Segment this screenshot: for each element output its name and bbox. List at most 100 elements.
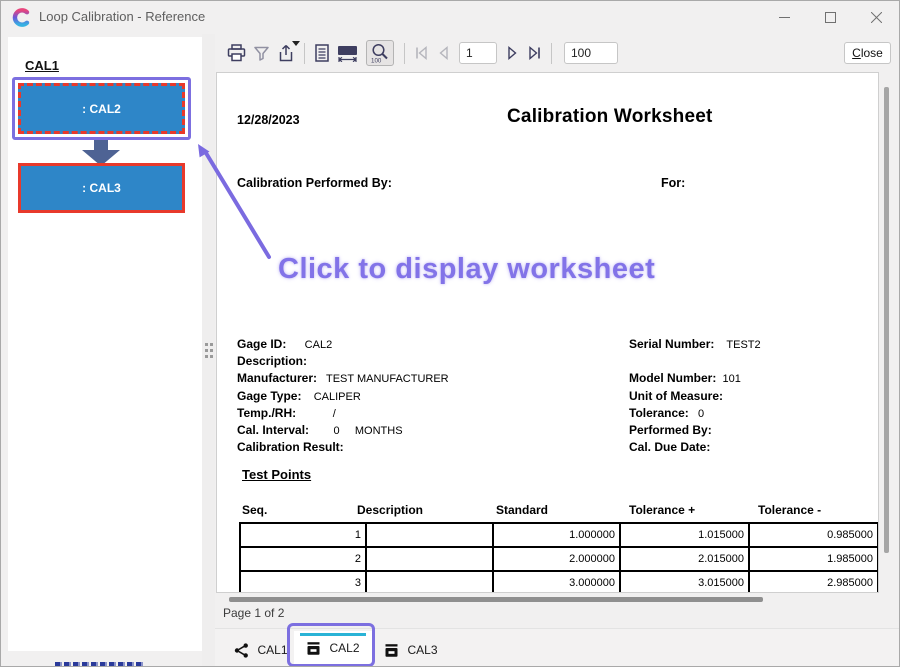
- field-label: Temp./RH:: [237, 406, 296, 420]
- flow-down-arrow: [81, 138, 121, 166]
- tab-label: CAL2: [329, 641, 359, 655]
- filter-button[interactable]: [254, 46, 269, 61]
- diagram-node-cal3[interactable]: : CAL3: [18, 163, 185, 213]
- field-value: TEST MANUFACTURER: [317, 373, 449, 385]
- next-page-icon: [507, 46, 519, 60]
- minimize-button[interactable]: [761, 1, 807, 34]
- active-tab-indicator: [300, 633, 366, 636]
- maximize-button[interactable]: [807, 1, 853, 34]
- tab-cal3[interactable]: CAL3: [378, 631, 444, 667]
- page-view-button[interactable]: [315, 44, 329, 62]
- tab-cal2[interactable]: CAL2: [294, 631, 372, 665]
- diagram-node-cal3-label: : CAL3: [82, 181, 121, 195]
- page-width-button[interactable]: [337, 45, 358, 62]
- field-label: Cal. Due Date:: [629, 440, 710, 454]
- zoom-percent-input[interactable]: [564, 42, 618, 64]
- vertical-scrollbar[interactable]: [884, 87, 889, 553]
- field-value: CAL2: [286, 339, 332, 351]
- print-button[interactable]: [227, 44, 246, 62]
- field-label: Calibration Result:: [237, 440, 344, 454]
- toolbar-separator: [404, 43, 405, 64]
- title-bar: Loop Calibration - Reference: [1, 1, 899, 34]
- toolbar-separator: [304, 43, 305, 64]
- svg-text:100: 100: [371, 58, 382, 64]
- export-button[interactable]: [277, 44, 294, 62]
- table-row: 33.0000003.0150002.985000: [240, 571, 878, 593]
- report-page: 12/28/2023 Calibration Worksheet Calibra…: [216, 72, 879, 593]
- first-page-button[interactable]: [415, 46, 429, 60]
- toolbar-items: 100: [223, 40, 624, 66]
- window-controls: [761, 1, 899, 34]
- test-points-heading: Test Points: [242, 467, 311, 482]
- gage-icon: [306, 641, 321, 656]
- report-title: Calibration Worksheet: [507, 106, 713, 128]
- field-label: Manufacturer:: [237, 371, 317, 385]
- field-label: Performed By:: [629, 423, 712, 437]
- field-value: 0: [689, 408, 704, 420]
- loop-diagram-panel: CAL1 : CAL2 : CAL3: [8, 37, 202, 651]
- field-label: Cal. Interval:: [237, 423, 309, 437]
- prev-page-icon: [437, 46, 449, 60]
- close-icon: [871, 12, 882, 23]
- field-value: CALIPER: [301, 391, 360, 403]
- field-label: Description:: [237, 354, 307, 368]
- export-dropdown-caret[interactable]: [292, 41, 300, 46]
- zoom-100-button[interactable]: 100: [366, 40, 394, 66]
- export-icon: [277, 44, 294, 62]
- field-label: Tolerance:: [629, 406, 689, 420]
- last-page-icon: [527, 46, 541, 60]
- clipped-window-fragment: [55, 662, 143, 666]
- performed-by-label: Calibration Performed By:: [237, 176, 392, 190]
- report-date: 12/28/2023: [237, 113, 300, 127]
- maximize-icon: [825, 12, 836, 23]
- page-info: Page 1 of 2: [223, 606, 284, 620]
- gage-fields-right: Serial Number: TEST2 Model Number: 101 U…: [629, 337, 761, 457]
- test-points-table: 11.0000001.0150000.985000 22.0000002.015…: [239, 522, 879, 593]
- column-header-tolerance-plus: Tolerance +: [629, 503, 695, 517]
- for-label: For:: [661, 176, 685, 190]
- first-page-icon: [415, 46, 429, 60]
- share-icon: [234, 643, 249, 658]
- app-logo-icon: [12, 8, 31, 27]
- page-width-icon: [337, 45, 358, 62]
- field-label: Unit of Measure:: [629, 389, 723, 403]
- diagram-node-cal2[interactable]: : CAL2: [18, 83, 185, 134]
- page-view-icon: [315, 44, 329, 62]
- table-row: 11.0000001.0150000.985000: [240, 523, 878, 547]
- field-label: Serial Number:: [629, 337, 714, 351]
- field-value: /: [296, 408, 336, 420]
- field-label: Gage ID:: [237, 337, 286, 351]
- minimize-icon: [779, 12, 790, 23]
- splitter-grip-icon: [205, 343, 208, 346]
- gage-tab-bar: CAL1 CAL2 CAL3: [215, 628, 899, 666]
- diagram-node-cal2-label: : CAL2: [82, 102, 121, 116]
- close-window-button[interactable]: [853, 1, 899, 34]
- horizontal-scrollbar[interactable]: [229, 597, 763, 602]
- tab-cal1[interactable]: CAL1: [229, 631, 293, 667]
- field-label: Model Number:: [629, 371, 716, 385]
- window-title: Loop Calibration - Reference: [39, 9, 205, 24]
- tab-label: CAL3: [407, 643, 437, 657]
- next-page-button[interactable]: [507, 46, 519, 60]
- column-header-seq: Seq.: [242, 503, 267, 517]
- field-value: TEST2: [714, 339, 760, 351]
- gage-fields-left: Gage ID: CAL2 Description: Manufacturer:…: [237, 337, 449, 457]
- field-value: 0 MONTHS: [309, 425, 403, 437]
- tab-label: CAL1: [257, 643, 287, 657]
- last-page-button[interactable]: [527, 46, 541, 60]
- column-header-tolerance-minus: Tolerance -: [758, 503, 821, 517]
- close-button[interactable]: Close: [844, 42, 891, 64]
- table-row: 22.0000002.0150001.985000: [240, 547, 878, 571]
- print-icon: [227, 44, 246, 62]
- column-header-description: Description: [357, 503, 423, 517]
- page-number-input[interactable]: [459, 42, 497, 64]
- toolbar-separator: [551, 43, 552, 64]
- panel-splitter[interactable]: [202, 34, 215, 667]
- prev-page-button[interactable]: [437, 46, 449, 60]
- app-window: Loop Calibration - Reference CAL1 : CAL2…: [0, 0, 900, 667]
- zoom-100-icon: 100: [370, 43, 390, 63]
- gage-icon: [384, 643, 399, 658]
- diagram-root-label: CAL1: [25, 58, 59, 73]
- filter-icon: [254, 46, 269, 61]
- column-header-standard: Standard: [496, 503, 548, 517]
